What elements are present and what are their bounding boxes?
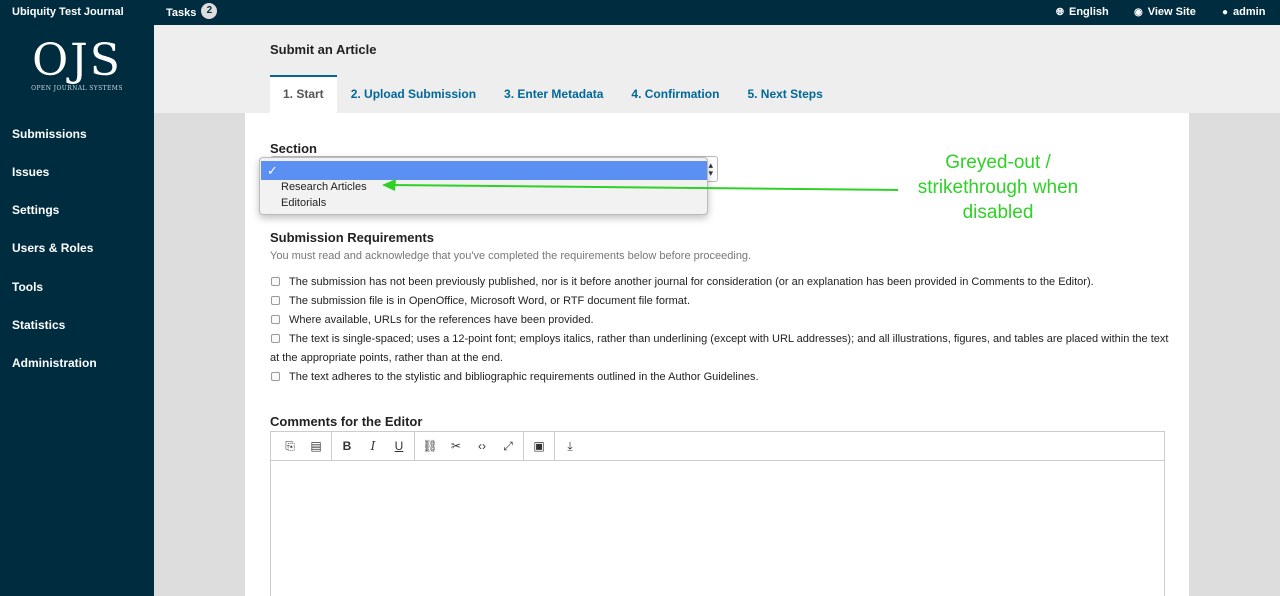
underline-icon[interactable]: U xyxy=(386,439,412,453)
italic-icon[interactable]: I xyxy=(360,439,386,453)
requirement-item: Where available, URLs for the references… xyxy=(270,311,1170,330)
checkmark-icon: ✓ xyxy=(267,163,278,178)
requirement-checkbox[interactable] xyxy=(271,334,280,343)
sidebar-item-administration[interactable]: Administration xyxy=(12,356,97,370)
language-label: English xyxy=(1069,6,1109,18)
globe-icon: 🌐︎ xyxy=(1056,6,1064,18)
image-icon[interactable]: ▣ xyxy=(526,439,552,453)
tab-confirmation[interactable]: 4. Confirmation xyxy=(617,75,733,113)
requirement-text: The submission file is in OpenOffice, Mi… xyxy=(289,295,691,307)
requirements-heading: Submission Requirements xyxy=(270,230,434,245)
annotation-arrow xyxy=(382,179,899,191)
top-bar: Ubiquity Test Journal Tasks 2 🌐︎ English… xyxy=(0,0,1280,25)
fullscreen-icon[interactable]: ⤢ xyxy=(495,439,521,454)
sidebar-item-issues[interactable]: Issues xyxy=(12,165,49,179)
comments-label: Comments for the Editor xyxy=(270,414,423,429)
logo-title: OJS xyxy=(32,35,122,86)
copy-icon[interactable]: ⎘ xyxy=(277,439,303,454)
sidebar-item-submissions[interactable]: Submissions xyxy=(12,127,87,141)
tab-upload-submission[interactable]: 2. Upload Submission xyxy=(337,75,490,113)
tasks-link[interactable]: Tasks 2 xyxy=(166,3,218,19)
toolbar-divider xyxy=(331,431,332,461)
requirement-text: The text is single-spaced; uses a 12-poi… xyxy=(270,333,1169,364)
tasks-count-badge: 2 xyxy=(201,3,218,19)
logo-subtitle: OPEN JOURNAL SYSTEMS xyxy=(31,85,123,92)
sidebar-item-tools[interactable]: Tools xyxy=(12,280,43,294)
sidebar-item-users-roles[interactable]: Users & Roles xyxy=(12,241,93,255)
requirement-item: The text adheres to the stylistic and bi… xyxy=(270,368,1170,387)
select-arrows-icon: ▴ ▾ xyxy=(708,160,713,178)
section-label: Section xyxy=(270,141,317,156)
requirement-item: The text is single-spaced; uses a 12-poi… xyxy=(270,330,1170,368)
journal-name-link[interactable]: Ubiquity Test Journal xyxy=(12,6,124,18)
unlink-icon[interactable]: ✂ xyxy=(443,439,469,453)
requirement-text: The text adheres to the stylistic and bi… xyxy=(289,371,759,383)
eye-icon: ◉ xyxy=(1134,6,1143,18)
toolbar-divider xyxy=(554,431,555,461)
wizard-tabs: 1. Start 2. Upload Submission 3. Enter M… xyxy=(270,75,837,113)
sidebar-item-settings[interactable]: Settings xyxy=(12,203,59,217)
requirement-checkbox[interactable] xyxy=(271,296,280,305)
requirements-note: You must read and acknowledge that you'v… xyxy=(270,250,752,262)
user-icon: ● xyxy=(1222,6,1229,18)
editor-toolbar: ⎘ ▤ B I U ⛓ ✂ ‹› ⤢ ▣ ⤓ xyxy=(271,431,1164,461)
link-icon[interactable]: ⛓ xyxy=(417,439,443,453)
sidebar: OJS OPEN JOURNAL SYSTEMS Submissions Iss… xyxy=(0,25,154,596)
requirement-item: The submission has not been previously p… xyxy=(270,273,1170,292)
comments-editor[interactable]: ⎘ ▤ B I U ⛓ ✂ ‹› ⤢ ▣ ⤓ xyxy=(270,431,1165,596)
language-menu[interactable]: 🌐︎ English xyxy=(1056,6,1109,18)
ojs-logo[interactable]: OJS OPEN JOURNAL SYSTEMS xyxy=(30,35,124,93)
dropdown-option-editorials[interactable]: Editorials xyxy=(281,197,326,209)
code-icon[interactable]: ‹› xyxy=(469,439,495,453)
tab-enter-metadata[interactable]: 3. Enter Metadata xyxy=(490,75,617,113)
view-site-link[interactable]: ◉ View Site xyxy=(1134,6,1196,18)
page-title: Submit an Article xyxy=(270,42,377,57)
view-site-label: View Site xyxy=(1147,6,1196,18)
tab-start[interactable]: 1. Start xyxy=(270,75,337,113)
toolbar-divider xyxy=(414,431,415,461)
user-menu[interactable]: ● admin xyxy=(1222,6,1265,18)
sidebar-item-statistics[interactable]: Statistics xyxy=(12,318,65,332)
annotation-note: Greyed-out / strikethrough when disabled xyxy=(917,152,1079,223)
tasks-label: Tasks xyxy=(166,6,197,19)
requirement-text: The submission has not been previously p… xyxy=(289,276,1094,288)
bold-icon[interactable]: B xyxy=(334,439,360,453)
requirement-checkbox[interactable] xyxy=(271,372,280,381)
requirement-text: Where available, URLs for the references… xyxy=(289,314,594,326)
toolbar-divider xyxy=(523,431,524,461)
upload-icon[interactable]: ⤓ xyxy=(557,439,583,454)
tab-next-steps[interactable]: 5. Next Steps xyxy=(733,75,836,113)
user-label: admin xyxy=(1233,6,1266,18)
requirement-checkbox[interactable] xyxy=(271,277,280,286)
requirement-item: The submission file is in OpenOffice, Mi… xyxy=(270,292,1170,311)
paste-icon[interactable]: ▤ xyxy=(303,439,329,453)
requirement-checkbox[interactable] xyxy=(271,315,280,324)
dropdown-option-research-articles[interactable]: Research Articles xyxy=(281,181,367,193)
